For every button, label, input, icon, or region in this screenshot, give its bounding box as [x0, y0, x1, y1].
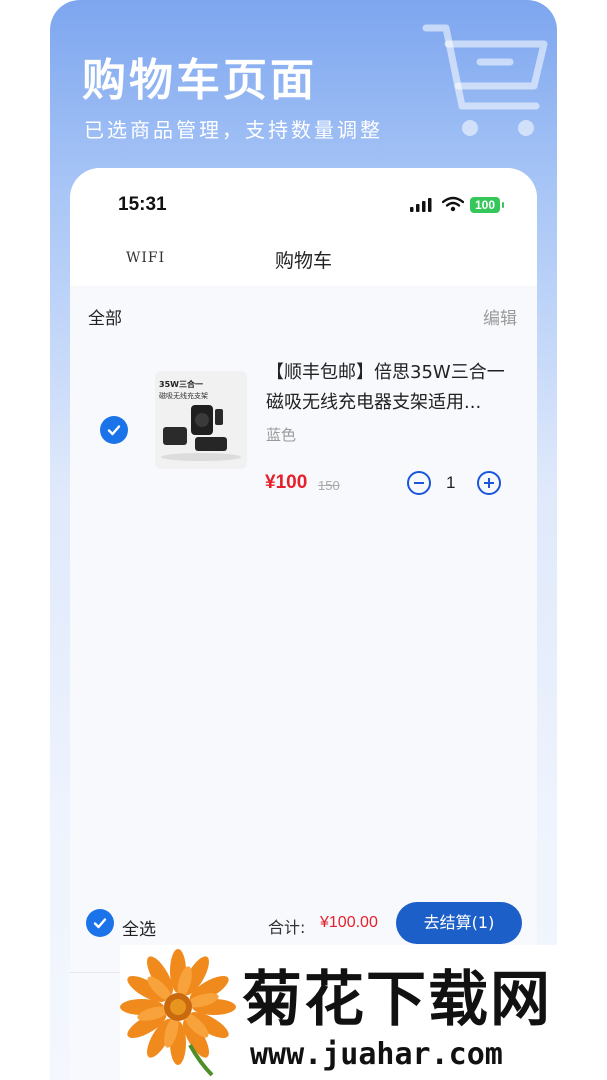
select-all-checkbox[interactable]: [86, 909, 114, 937]
charger-product-graphic: [161, 405, 241, 461]
product-image[interactable]: 35W三合一 磁吸无线充支架: [155, 371, 247, 469]
quantity-decrease-button[interactable]: [407, 471, 431, 495]
select-all-label[interactable]: 全选: [122, 915, 156, 940]
checkmark-icon: [107, 425, 121, 436]
watermark-url: www.juahar.com: [250, 1037, 503, 1072]
wifi-icon: [442, 196, 464, 212]
total-value: ¥100.00: [320, 914, 378, 931]
checkmark-icon: [93, 918, 107, 929]
total-label: 合计:: [268, 918, 306, 937]
product-variant: 蓝色: [266, 426, 297, 444]
shopping-cart-icon: [422, 24, 548, 136]
filter-all-tab[interactable]: 全部: [88, 304, 122, 329]
battery-indicator: 100: [470, 197, 504, 213]
promo-title: 购物车页面: [82, 55, 317, 106]
page-title: 购物车: [274, 250, 332, 272]
edit-button[interactable]: 编辑: [483, 304, 517, 329]
product-checkbox[interactable]: [100, 416, 128, 444]
quantity-value: 1: [446, 473, 456, 492]
product-title[interactable]: 【顺丰包邮】倍思35W三合一磁吸无线充电器支架适用...: [266, 358, 514, 418]
product-price: ¥100: [265, 472, 308, 493]
cellular-signal-icon: [410, 198, 432, 212]
phone-screen: 15:31 100 WIFI 购物车 全部 编辑 35W三合一 磁吸无线充支架: [70, 168, 537, 1080]
flower-logo-icon: [120, 949, 236, 1077]
watermark-name: 菊花下载网: [242, 965, 552, 1035]
status-bar: 15:31 100: [70, 168, 537, 238]
status-time: 15:31: [118, 194, 167, 215]
promo-subtitle: 已选商品管理，支持数量调整: [84, 118, 383, 142]
nav-bar: WIFI 购物车: [70, 238, 537, 286]
watermark: 菊花下载网 www.juahar.com: [120, 945, 607, 1080]
product-original-price: 150: [318, 478, 340, 493]
checkout-button[interactable]: 去结算(1): [396, 902, 522, 944]
quantity-increase-button[interactable]: [477, 471, 501, 495]
